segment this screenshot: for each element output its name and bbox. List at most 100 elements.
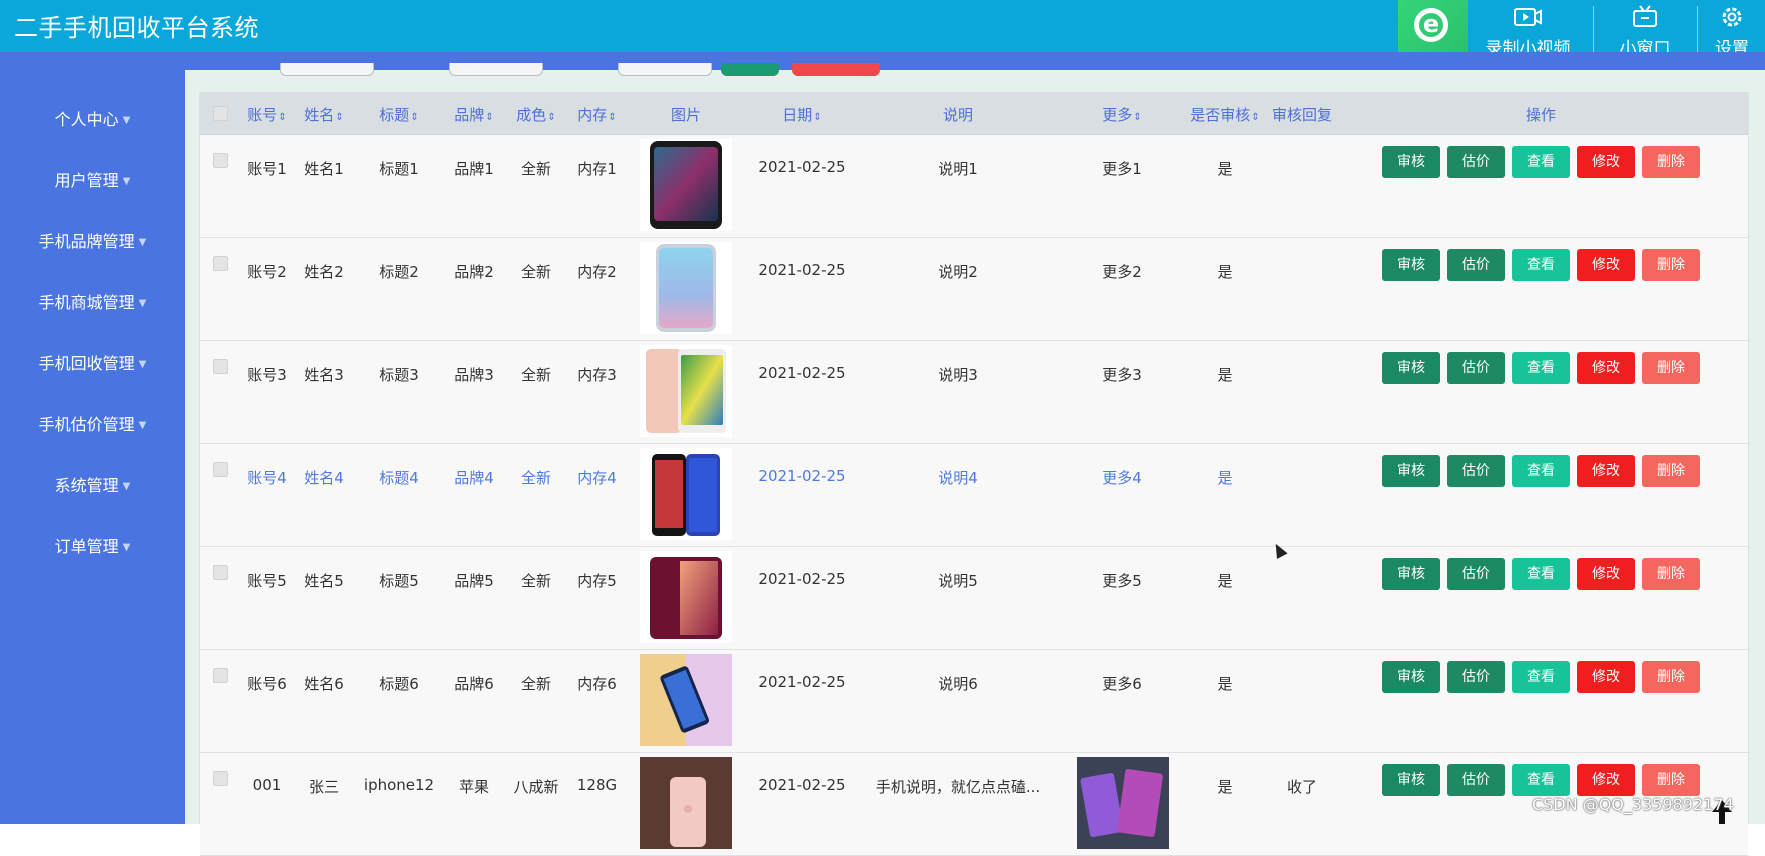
phone-thumbnail[interactable] bbox=[640, 242, 732, 334]
edit-button[interactable]: 修改 bbox=[1577, 764, 1635, 796]
filter-input-title[interactable] bbox=[618, 63, 712, 76]
cell-condition: 全新 bbox=[520, 366, 552, 384]
select-all-checkbox[interactable] bbox=[213, 106, 228, 121]
phone-thumbnail[interactable] bbox=[640, 757, 732, 849]
cell-account: 账号2 bbox=[247, 263, 287, 281]
table-row[interactable]: 账号6 姓名6 标题6 品牌6 全新 内存6 2021-02-25 说明6 更多… bbox=[200, 650, 1748, 753]
search-button[interactable] bbox=[721, 63, 779, 76]
toolbar-divider bbox=[1697, 6, 1698, 58]
view-button[interactable]: 查看 bbox=[1512, 455, 1570, 487]
row-checkbox[interactable] bbox=[213, 668, 228, 683]
audit-button[interactable]: 审核 bbox=[1382, 352, 1440, 384]
edit-button[interactable]: 修改 bbox=[1577, 249, 1635, 281]
batch-delete-button[interactable] bbox=[792, 63, 880, 76]
phone-thumbnail[interactable] bbox=[640, 345, 732, 437]
row-checkbox[interactable] bbox=[213, 565, 228, 580]
edit-button[interactable]: 修改 bbox=[1577, 146, 1635, 178]
sort-icon: ⇕ bbox=[547, 112, 556, 123]
delete-button[interactable]: 删除 bbox=[1642, 661, 1700, 693]
delete-button[interactable]: 删除 bbox=[1642, 352, 1700, 384]
caret-down-icon: ▼ bbox=[138, 298, 147, 309]
estimate-button[interactable]: 估价 bbox=[1447, 455, 1505, 487]
column-header-audited[interactable]: 是否审核⇕ bbox=[1190, 104, 1259, 125]
column-header-brand[interactable]: 品牌⇕ bbox=[454, 104, 493, 125]
cell-name: 姓名4 bbox=[304, 469, 344, 487]
row-checkbox[interactable] bbox=[213, 359, 228, 374]
sidebar-item-user-management[interactable]: 用户管理 ▼ bbox=[0, 167, 185, 191]
table-row[interactable]: 账号1 姓名1 标题1 品牌1 全新 内存1 2021-02-25 说明1 更多… bbox=[200, 135, 1748, 238]
audit-button[interactable]: 审核 bbox=[1382, 558, 1440, 590]
table-row[interactable]: 账号2 姓名2 标题2 品牌2 全新 内存2 2021-02-25 说明2 更多… bbox=[200, 238, 1748, 341]
filter-input-name[interactable] bbox=[449, 63, 543, 76]
cell-audited: 是 bbox=[1217, 778, 1233, 796]
estimate-button[interactable]: 估价 bbox=[1447, 764, 1505, 796]
audit-button[interactable]: 审核 bbox=[1382, 764, 1440, 796]
cell-title: iphone12 bbox=[363, 776, 435, 794]
estimate-button[interactable]: 估价 bbox=[1447, 661, 1505, 693]
sidebar-item-recycle-management[interactable]: 手机回收管理 ▼ bbox=[0, 350, 185, 374]
cell-more: 更多4 bbox=[1102, 469, 1142, 487]
sidebar-item-personal-center[interactable]: 个人中心 ▼ bbox=[0, 106, 185, 130]
view-button[interactable]: 查看 bbox=[1512, 146, 1570, 178]
phone-thumbnail[interactable] bbox=[640, 654, 732, 746]
column-header-date[interactable]: 日期⇕ bbox=[782, 104, 821, 125]
delete-button[interactable]: 删除 bbox=[1642, 558, 1700, 590]
audit-button[interactable]: 审核 bbox=[1382, 661, 1440, 693]
row-checkbox[interactable] bbox=[213, 771, 228, 786]
view-button[interactable]: 查看 bbox=[1512, 661, 1570, 693]
table-row[interactable]: 账号4 姓名4 标题4 品牌4 全新 内存4 2021-02-25 说明4 更多… bbox=[200, 444, 1748, 547]
edit-button[interactable]: 修改 bbox=[1577, 661, 1635, 693]
table-row[interactable]: 账号3 姓名3 标题3 品牌3 全新 内存3 2021-02-25 说明3 更多… bbox=[200, 341, 1748, 444]
view-button[interactable]: 查看 bbox=[1512, 249, 1570, 281]
delete-button[interactable]: 删除 bbox=[1642, 455, 1700, 487]
caret-down-icon: ▼ bbox=[122, 176, 131, 187]
phone-thumbnail[interactable] bbox=[640, 551, 732, 643]
estimate-button[interactable]: 估价 bbox=[1447, 146, 1505, 178]
edit-button[interactable]: 修改 bbox=[1577, 352, 1635, 384]
cell-name: 张三 bbox=[308, 778, 340, 796]
view-button[interactable]: 查看 bbox=[1512, 352, 1570, 384]
audit-button[interactable]: 审核 bbox=[1382, 146, 1440, 178]
phone-thumbnail[interactable] bbox=[640, 448, 732, 540]
view-button[interactable]: 查看 bbox=[1512, 764, 1570, 796]
caret-down-icon: ▼ bbox=[138, 420, 147, 431]
column-header-condition[interactable]: 成色⇕ bbox=[516, 104, 555, 125]
sidebar-item-order-management[interactable]: 订单管理 ▼ bbox=[0, 533, 185, 557]
sidebar-item-brand-management[interactable]: 手机品牌管理 ▼ bbox=[0, 228, 185, 252]
sidebar-item-system-management[interactable]: 系统管理 ▼ bbox=[0, 472, 185, 496]
edit-button[interactable]: 修改 bbox=[1577, 455, 1635, 487]
cell-account: 账号1 bbox=[247, 160, 287, 178]
cell-condition: 全新 bbox=[520, 160, 552, 178]
edit-button[interactable]: 修改 bbox=[1577, 558, 1635, 590]
row-checkbox[interactable] bbox=[213, 153, 228, 168]
cell-date: 2021-02-25 bbox=[758, 673, 846, 691]
table-header: 账号⇕ 姓名⇕ 标题⇕ 品牌⇕ 成色⇕ 内存⇕ 图片 日期⇕ 说明 更多⇕ 是否… bbox=[200, 92, 1748, 135]
sidebar-item-mall-management[interactable]: 手机商城管理 ▼ bbox=[0, 289, 185, 313]
column-header-memory[interactable]: 内存⇕ bbox=[577, 104, 616, 125]
cell-title: 标题4 bbox=[379, 469, 419, 487]
phone-thumbnail[interactable] bbox=[640, 139, 732, 231]
estimate-button[interactable]: 估价 bbox=[1447, 558, 1505, 590]
table-row[interactable]: 001 张三 iphone12 苹果 八成新 128G 2021-02-25 手… bbox=[200, 753, 1748, 856]
column-header-title[interactable]: 标题⇕ bbox=[379, 104, 418, 125]
audit-button[interactable]: 审核 bbox=[1382, 455, 1440, 487]
audit-button[interactable]: 审核 bbox=[1382, 249, 1440, 281]
delete-button[interactable]: 删除 bbox=[1642, 249, 1700, 281]
row-checkbox[interactable] bbox=[213, 462, 228, 477]
delete-button[interactable]: 删除 bbox=[1642, 146, 1700, 178]
cell-more: 更多6 bbox=[1102, 675, 1142, 693]
estimate-button[interactable]: 估价 bbox=[1447, 249, 1505, 281]
filter-input-account[interactable] bbox=[280, 63, 374, 76]
cell-account: 001 bbox=[252, 776, 282, 794]
row-checkbox[interactable] bbox=[213, 256, 228, 271]
column-header-account[interactable]: 账号⇕ bbox=[247, 104, 286, 125]
table-row[interactable]: 账号5 姓名5 标题5 品牌5 全新 内存5 2021-02-25 说明5 更多… bbox=[200, 547, 1748, 650]
column-header-more[interactable]: 更多⇕ bbox=[1102, 104, 1141, 125]
sidebar-item-valuation-management[interactable]: 手机估价管理 ▼ bbox=[0, 411, 185, 435]
column-header-name[interactable]: 姓名⇕ bbox=[304, 104, 343, 125]
sort-icon: ⇕ bbox=[278, 112, 287, 123]
view-button[interactable]: 查看 bbox=[1512, 558, 1570, 590]
more-image-thumbnail[interactable] bbox=[1077, 757, 1169, 849]
estimate-button[interactable]: 估价 bbox=[1447, 352, 1505, 384]
delete-button[interactable]: 删除 bbox=[1642, 764, 1700, 796]
